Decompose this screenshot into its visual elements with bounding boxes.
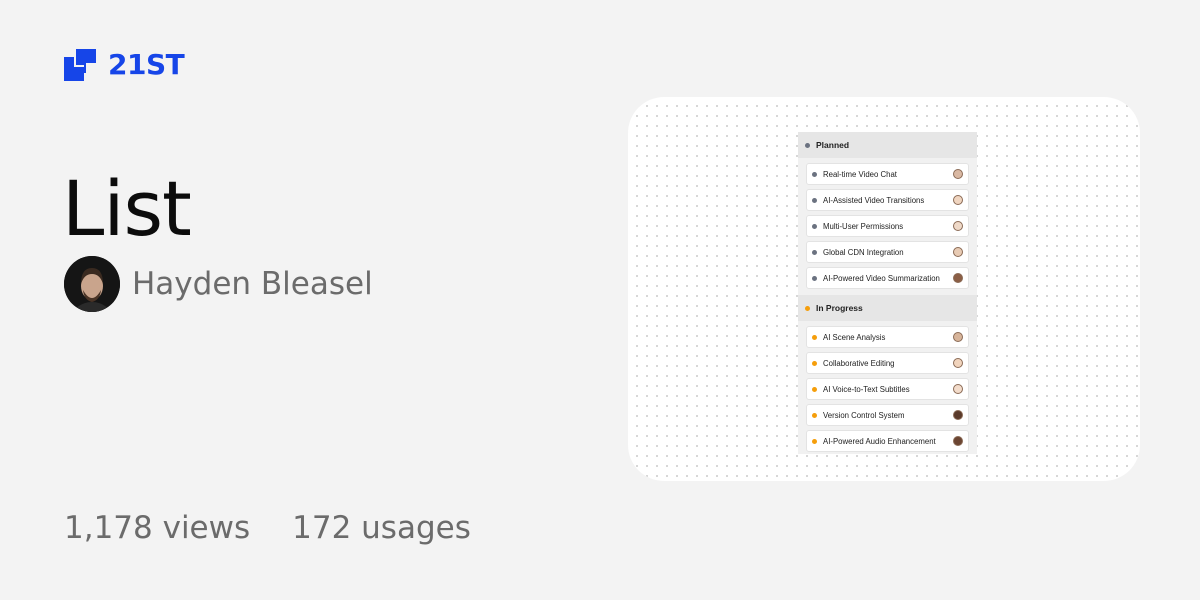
status-dot-icon: [812, 249, 817, 255]
group-title: Planned: [816, 140, 850, 150]
author-avatar: [64, 256, 120, 312]
item-label: Version Control System: [823, 410, 905, 420]
group-items: AI Scene Analysis Collaborative Editing AI…: [798, 321, 977, 454]
brand-name: 21ST: [108, 48, 185, 81]
status-dot-icon: [812, 412, 817, 418]
assignee-avatar-icon: [953, 332, 963, 342]
status-dot-icon: [812, 197, 817, 203]
list-item[interactable]: Multi-User Permissions: [806, 215, 969, 237]
status-dot-icon: [812, 223, 817, 229]
group-items: Real-time Video Chat AI-Assisted Video Tr…: [798, 158, 977, 295]
component-preview[interactable]: Planned Real-time Video Chat AI-Assisted V…: [628, 97, 1140, 481]
list-item[interactable]: AI-Powered Audio Enhancement: [806, 430, 969, 452]
assignee-avatar-icon: [953, 273, 963, 283]
group-header: Planned: [798, 132, 977, 158]
person-avatar-icon: [64, 256, 120, 312]
item-label: Multi-User Permissions: [823, 221, 904, 231]
assignee-avatar-icon: [953, 358, 963, 368]
status-dot-icon: [812, 171, 817, 177]
list-item[interactable]: AI Voice-to-Text Subtitles: [806, 378, 969, 400]
status-dot-icon: [812, 334, 817, 340]
views-count: 1,178 views: [64, 510, 251, 546]
assignee-avatar-icon: [953, 247, 963, 257]
assignee-avatar-icon: [953, 221, 963, 231]
21st-logo-icon: [64, 48, 96, 81]
status-dot-icon: [812, 386, 817, 392]
list-preview: Planned Real-time Video Chat AI-Assisted V…: [798, 132, 977, 454]
item-label: Collaborative Editing: [823, 358, 895, 368]
assignee-avatar-icon: [953, 410, 963, 420]
list-item[interactable]: Collaborative Editing: [806, 352, 969, 374]
assignee-avatar-icon: [953, 169, 963, 179]
assignee-avatar-icon: [953, 384, 963, 394]
author-name: Hayden Bleasel: [132, 266, 373, 302]
list-item[interactable]: Version Control System: [806, 404, 969, 426]
item-label: Real-time Video Chat: [823, 169, 897, 179]
item-label: AI-Assisted Video Transitions: [823, 195, 925, 205]
item-label: AI Voice-to-Text Subtitles: [823, 384, 910, 394]
status-dot-icon: [812, 438, 817, 444]
assignee-avatar-icon: [953, 436, 963, 446]
brand-logo[interactable]: 21ST: [64, 48, 185, 81]
list-item[interactable]: AI-Powered Video Summarization: [806, 267, 969, 289]
status-dot-icon: [812, 275, 817, 281]
usage-stats: 1,178 views 172 usages: [64, 510, 471, 546]
group-title: In Progress: [816, 303, 863, 313]
item-label: AI Scene Analysis: [823, 332, 886, 342]
author-info[interactable]: Hayden Bleasel: [64, 256, 373, 312]
group-header: In Progress: [798, 295, 977, 321]
item-label: AI-Powered Audio Enhancement: [823, 436, 936, 446]
status-dot-icon: [805, 142, 810, 148]
list-item[interactable]: AI-Assisted Video Transitions: [806, 189, 969, 211]
usages-count: 172 usages: [292, 510, 471, 546]
assignee-avatar-icon: [953, 195, 963, 205]
list-group: In Progress AI Scene Analysis Collaborativ…: [798, 295, 977, 454]
list-item[interactable]: AI Scene Analysis: [806, 326, 969, 348]
item-label: AI-Powered Video Summarization: [823, 273, 940, 283]
status-dot-icon: [812, 360, 817, 366]
status-dot-icon: [805, 305, 810, 311]
page-title: List: [62, 164, 192, 253]
list-item[interactable]: Global CDN Integration: [806, 241, 969, 263]
item-label: Global CDN Integration: [823, 247, 904, 257]
list-item[interactable]: Real-time Video Chat: [806, 163, 969, 185]
list-group: Planned Real-time Video Chat AI-Assisted V…: [798, 132, 977, 295]
